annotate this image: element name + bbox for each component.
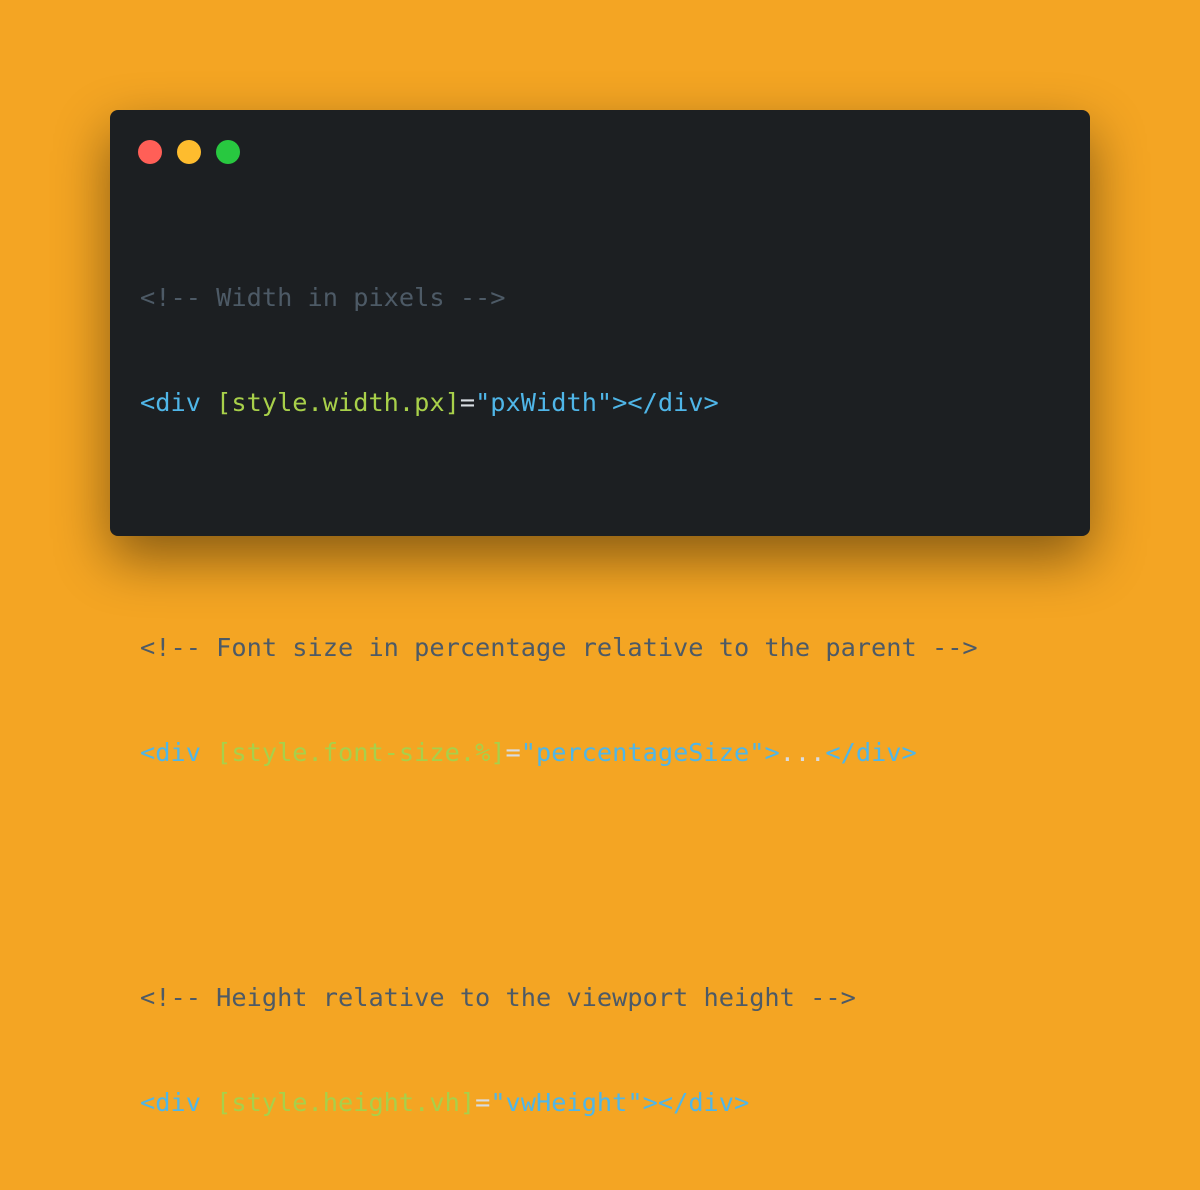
code-tag-open: <div (140, 738, 217, 767)
code-content: ... (779, 738, 826, 767)
code-comment-height: <!-- Height relative to the viewport hei… (140, 983, 856, 1012)
code-attribute: [style.height.vh] (216, 1088, 476, 1117)
code-attribute: [style.width.px] (216, 388, 460, 417)
code-tag-open: <div (140, 1088, 217, 1117)
code-line-font-size: <div [style.font-size.%]="percentageSize… (140, 735, 978, 770)
code-string: "pxWidth" (475, 388, 613, 417)
code-attribute: [style.font-size.%] (216, 738, 506, 767)
code-equals: = (459, 388, 476, 417)
code-tag-gt: > (764, 738, 780, 767)
code-comment-font-size: <!-- Font size in percentage relative to… (140, 633, 978, 662)
code-tag-open: <div (140, 388, 217, 417)
code-tag-close: </div> (825, 738, 917, 767)
code-string: "vwHeight" (490, 1088, 643, 1117)
code-tag-close: ></div> (642, 1088, 750, 1117)
code-tag-close: ></div> (612, 388, 719, 417)
minimize-button[interactable] (177, 140, 201, 164)
close-button[interactable] (138, 140, 162, 164)
code-equals: = (505, 738, 521, 767)
maximize-button[interactable] (216, 140, 240, 164)
code-line-width: <div [style.width.px]="pxWidth"></div> (140, 385, 978, 420)
code-string: "percentageSize" (520, 738, 765, 767)
code-line-height: <div [style.height.vh]="vwHeight"></div> (140, 1085, 978, 1120)
code-comment-width: <!-- Width in pixels --> (140, 283, 506, 312)
window-controls (138, 140, 240, 164)
code-window: <!-- Width in pixels --> <div [style.wid… (110, 110, 1090, 1117)
code-equals: = (475, 1088, 491, 1117)
code-block: <!-- Width in pixels --> <div [style.wid… (140, 210, 978, 1190)
